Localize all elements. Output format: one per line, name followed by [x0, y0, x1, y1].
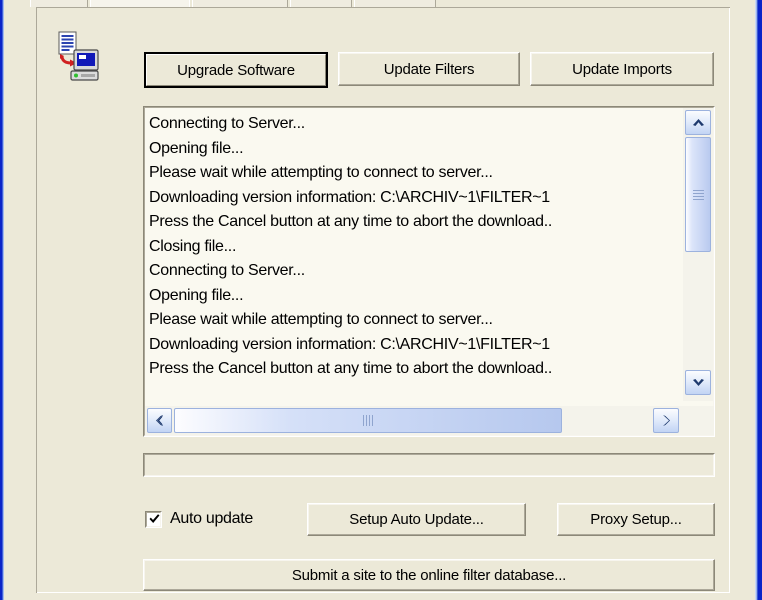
- log-line[interactable]: Please wait while attempting to connect …: [149, 308, 689, 333]
- log-line-container: Connecting to Server... Opening file... Pl…: [149, 112, 689, 382]
- log-line[interactable]: Opening file...: [149, 284, 689, 309]
- submit-site-button[interactable]: Submit a site to the online filter datab…: [143, 559, 715, 591]
- scroll-thumb-horizontal[interactable]: [174, 408, 562, 433]
- scroll-left-button[interactable]: [147, 408, 172, 433]
- scroll-grip-icon: [692, 189, 704, 200]
- update-filters-label: Update Filters: [383, 60, 475, 78]
- log-line[interactable]: Downloading version information: C:\ARCH…: [149, 186, 689, 211]
- chevron-down-icon: [692, 378, 705, 387]
- setup-auto-update-button[interactable]: Setup Auto Update...: [307, 503, 526, 536]
- log-line[interactable]: Downloading version information: C:\ARCH…: [149, 333, 689, 358]
- log-horizontal-scrollbar[interactable]: [145, 406, 714, 435]
- log-line[interactable]: Closing file...: [149, 235, 689, 260]
- chevron-up-icon: [692, 118, 705, 127]
- scroll-down-button[interactable]: [685, 370, 711, 395]
- scroll-up-button[interactable]: [685, 110, 711, 135]
- window-border-right: [755, 0, 762, 600]
- auto-update-label: Auto update: [170, 510, 253, 527]
- checkbox-box[interactable]: [145, 510, 162, 528]
- tab-stub-3[interactable]: [192, 0, 288, 7]
- proxy-setup-button[interactable]: Proxy Setup...: [557, 503, 715, 536]
- tab-stub-4[interactable]: [290, 0, 352, 7]
- scroll-right-button[interactable]: [653, 408, 679, 433]
- upgrade-software-button[interactable]: Upgrade Software: [144, 52, 328, 88]
- proxy-setup-label: Proxy Setup...: [590, 511, 682, 528]
- tab-stub-5[interactable]: [354, 0, 436, 7]
- tab-strip: [30, 0, 740, 8]
- update-imports-button[interactable]: Update Imports: [530, 52, 714, 86]
- log-line[interactable]: Press the Cancel button at any time to a…: [149, 357, 689, 382]
- setup-auto-update-label: Setup Auto Update...: [349, 511, 484, 528]
- update-imports-label: Update Imports: [572, 60, 672, 78]
- update-log-listbox[interactable]: Connecting to Server... Opening file... Pl…: [143, 106, 715, 437]
- log-line[interactable]: Please wait while attempting to connect …: [149, 161, 689, 186]
- download-progress-bar: [143, 453, 715, 477]
- log-vertical-scrollbar[interactable]: [683, 108, 713, 401]
- scroll-thumb-vertical[interactable]: [685, 137, 711, 252]
- auto-update-checkbox[interactable]: Auto update: [145, 510, 253, 528]
- log-line[interactable]: Connecting to Server...: [149, 259, 689, 284]
- upgrade-software-label: Upgrade Software: [177, 61, 295, 79]
- log-line[interactable]: Press the Cancel button at any time to a…: [149, 210, 689, 235]
- scroll-grip-icon: [363, 415, 373, 426]
- chevron-right-icon: [662, 414, 671, 427]
- update-filters-button[interactable]: Update Filters: [338, 52, 520, 86]
- log-line[interactable]: Opening file...: [149, 137, 689, 162]
- document-to-computer-download-icon: [52, 30, 102, 82]
- log-line[interactable]: Connecting to Server...: [149, 112, 689, 137]
- tab-stub-1[interactable]: [30, 0, 88, 7]
- application-window: Upgrade Software Update Filters Update I…: [0, 0, 762, 600]
- checkmark-icon: [148, 513, 161, 526]
- client-area: Upgrade Software Update Filters Update I…: [4, 0, 755, 600]
- chevron-left-icon: [155, 414, 164, 427]
- submit-site-label: Submit a site to the online filter datab…: [291, 566, 567, 584]
